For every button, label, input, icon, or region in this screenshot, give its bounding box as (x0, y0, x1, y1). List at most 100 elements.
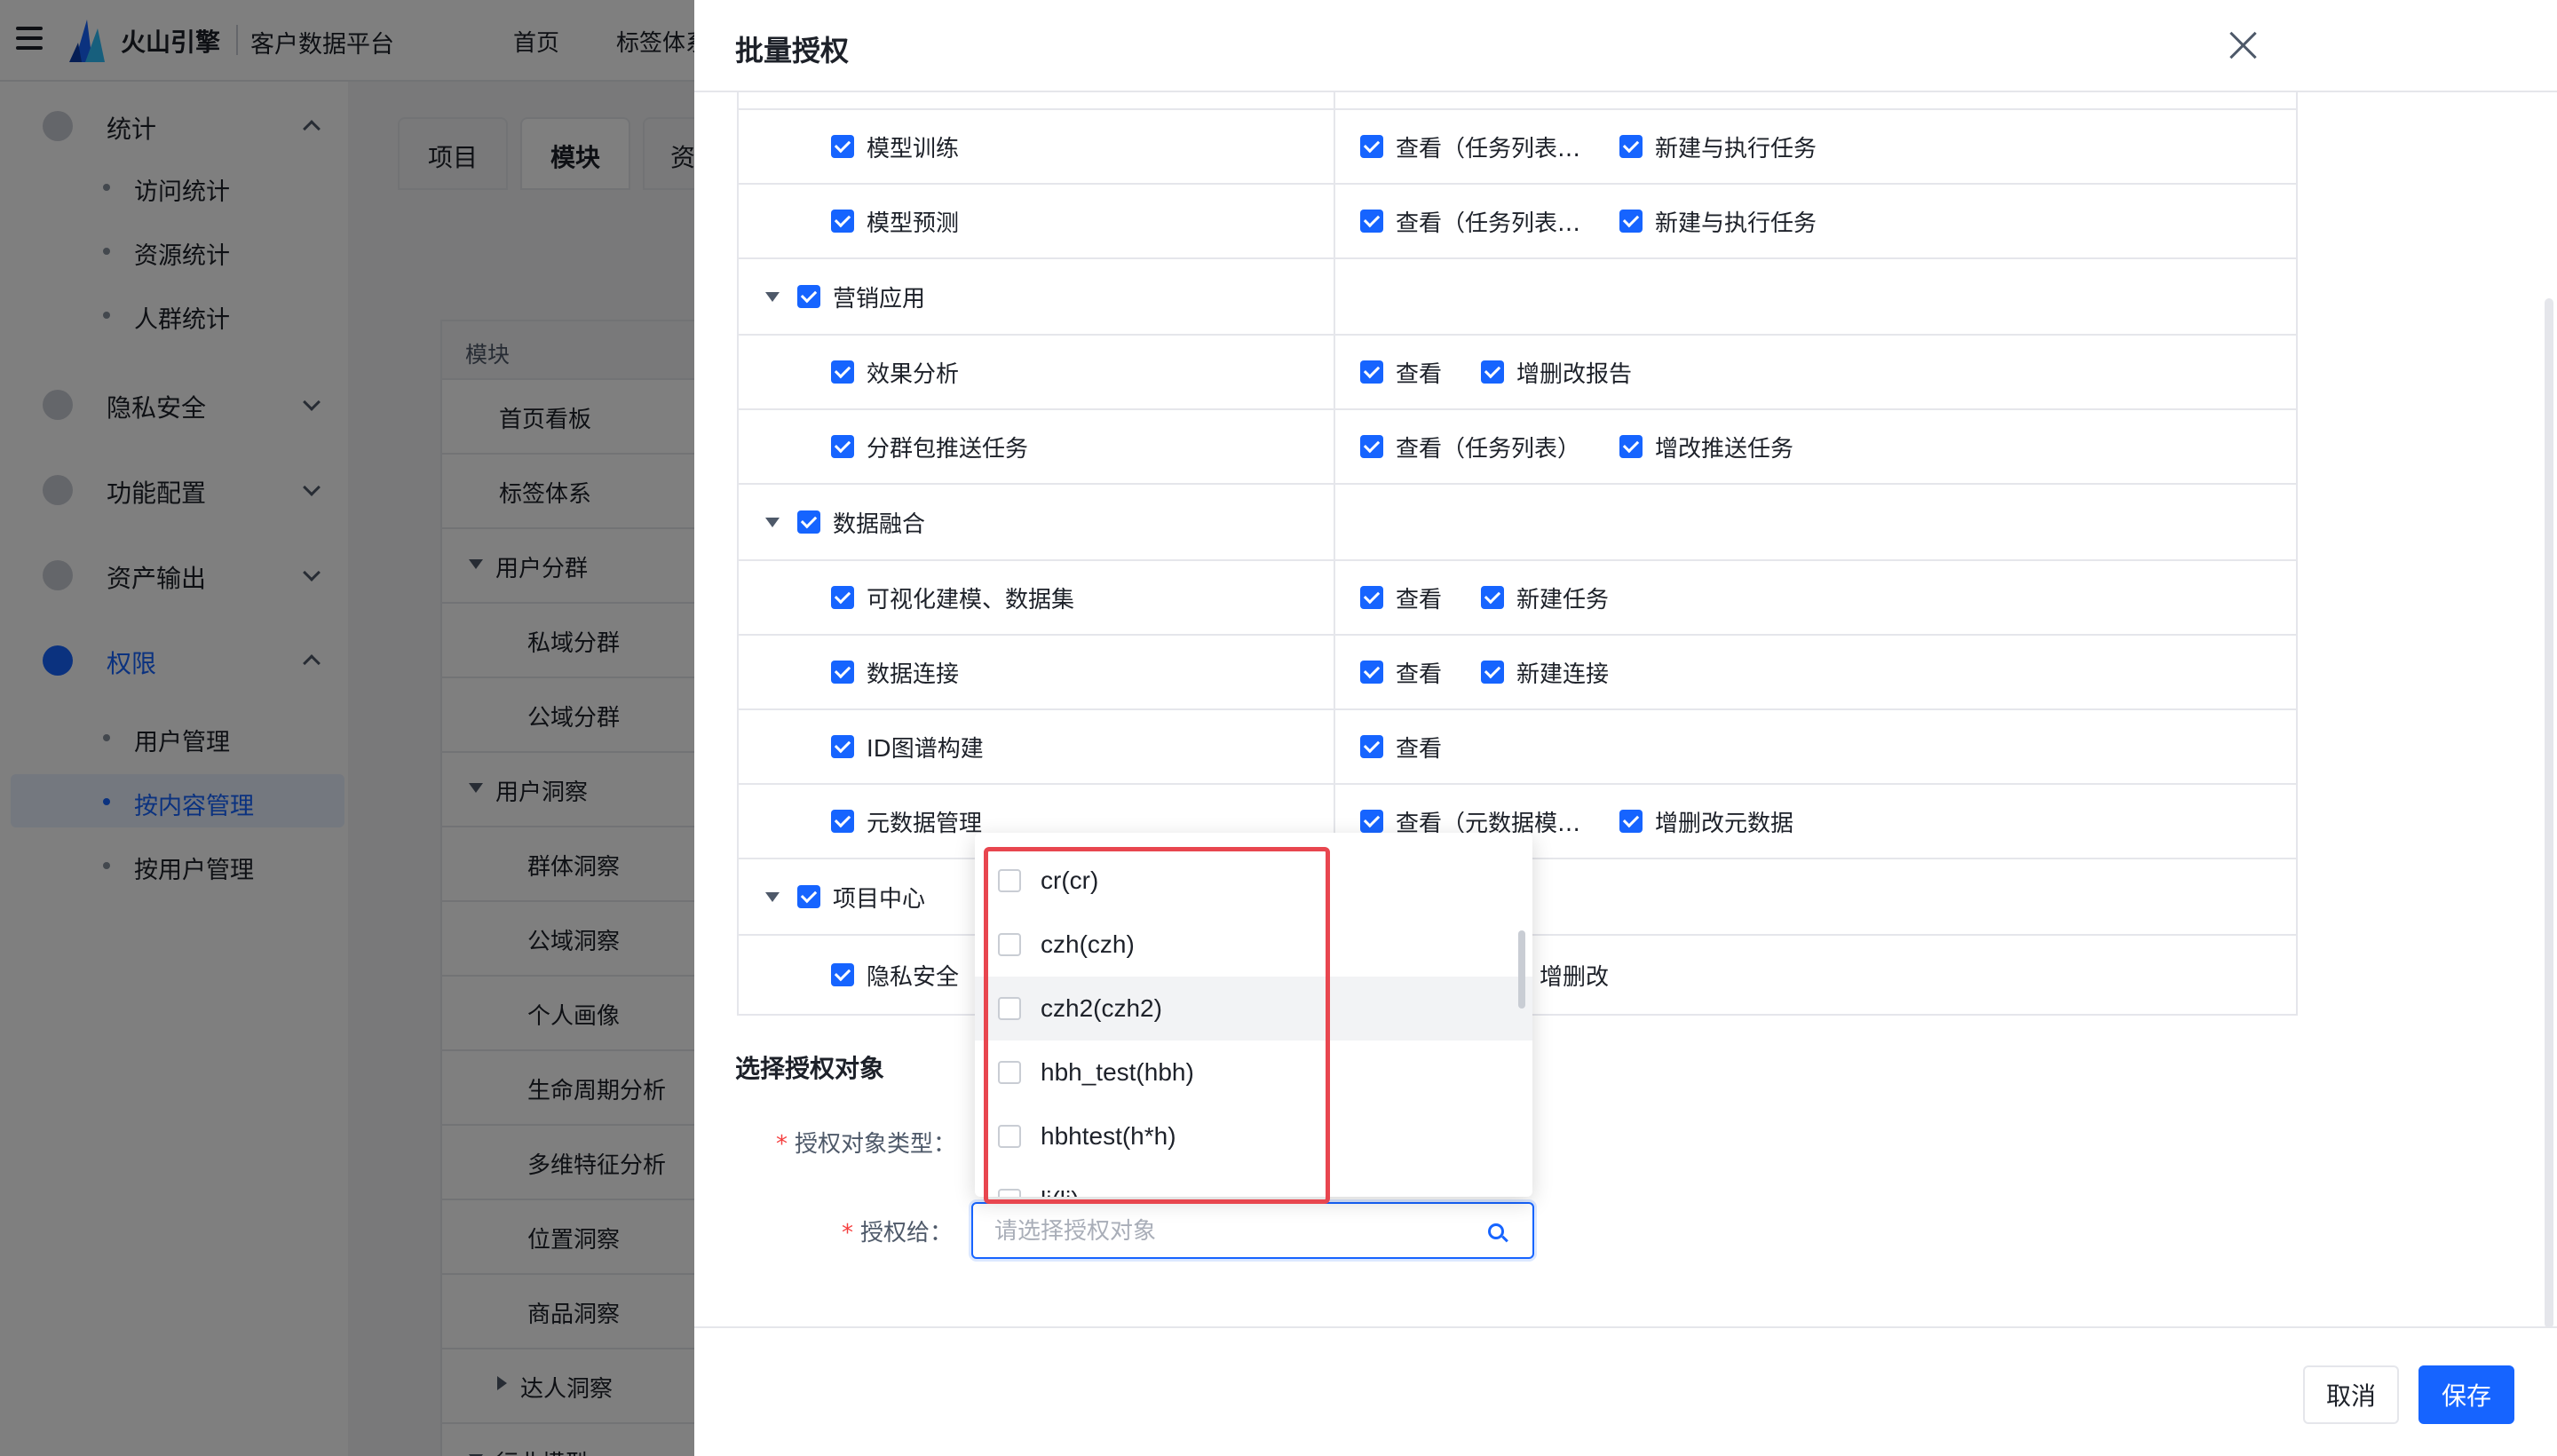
permission-name: 项目中心 (833, 885, 926, 913)
checkbox-checked-icon[interactable] (831, 810, 854, 833)
action-label: 查看 (1396, 661, 1443, 688)
checkbox-checked-icon[interactable] (1481, 360, 1505, 384)
action-label: 查看 (1396, 735, 1443, 763)
permission-row: 效果分析 查看 增删改报告 (739, 336, 2296, 410)
checkbox-checked-icon[interactable] (1360, 810, 1383, 833)
checkbox-unchecked-icon[interactable] (998, 1125, 1021, 1148)
option-label: cr(cr) (1041, 866, 1099, 894)
checkbox-unchecked-icon[interactable] (998, 997, 1021, 1020)
dropdown-option[interactable]: lj(lj) (975, 1168, 1532, 1197)
checkbox-checked-icon[interactable] (1481, 586, 1505, 609)
dropdown-option[interactable]: czh(czh) (975, 913, 1532, 977)
checkbox-unchecked-icon[interactable] (998, 869, 1021, 892)
permission-group-row: 数据融合 (739, 485, 2296, 561)
checkbox-checked-icon[interactable] (797, 885, 820, 908)
grant-to-select[interactable] (971, 1202, 1534, 1259)
permission-action[interactable]: 查看 (1360, 656, 1442, 689)
permission-action[interactable]: 增删改元数据 (1619, 805, 1793, 838)
permission-action[interactable]: 查看 (1360, 356, 1442, 389)
checkbox-unchecked-icon[interactable] (998, 1189, 1021, 1197)
checkbox-checked-icon[interactable] (831, 210, 854, 233)
modal-mask[interactable] (0, 0, 694, 1456)
checkbox-checked-icon[interactable] (831, 435, 854, 458)
action-label: 增删改报告 (1516, 360, 1633, 388)
checkbox-checked-icon[interactable] (1619, 810, 1643, 833)
action-label: 查看 (1396, 586, 1443, 613)
permission-row: ID图谱构建 查看 (739, 710, 2296, 785)
checkbox-unchecked-icon[interactable] (998, 1061, 1021, 1084)
drawer-footer: 取消 保存 (694, 1326, 2557, 1456)
checkbox-checked-icon[interactable] (1360, 360, 1383, 384)
checkbox-checked-icon[interactable] (1619, 435, 1643, 458)
checkbox-checked-icon[interactable] (1360, 210, 1383, 233)
option-label: czh(czh) (1041, 930, 1135, 958)
permission-action[interactable]: 新建连接 (1481, 656, 1609, 689)
permission-name: 模型训练 (867, 135, 960, 162)
checkbox-checked-icon[interactable] (1360, 135, 1383, 158)
checkbox-checked-icon[interactable] (797, 285, 820, 308)
checkbox-checked-icon[interactable] (1360, 586, 1383, 609)
permission-action[interactable]: 查看（任务列表… (1360, 131, 1580, 163)
action-label: 新建与执行任务 (1655, 135, 1817, 162)
action-label: 新建与执行任务 (1655, 210, 1817, 237)
checkbox-checked-icon[interactable] (831, 135, 854, 158)
action-label: 查看（任务列表… (1396, 210, 1581, 237)
permission-action[interactable]: 查看 (1360, 582, 1442, 614)
permission-name: 模型预测 (867, 210, 960, 237)
search-icon[interactable] (1488, 1223, 1504, 1239)
permission-row: 模型预测 查看（任务列表… 新建与执行任务 (739, 185, 2296, 259)
checkbox-checked-icon[interactable] (797, 510, 820, 534)
checkbox-checked-icon[interactable] (1360, 661, 1383, 684)
permission-name: 营销应用 (833, 285, 926, 313)
action-label: 新建连接 (1516, 661, 1610, 688)
grant-to-label: * 授权给： (842, 1220, 954, 1246)
option-label: czh2(czh2) (1041, 994, 1162, 1022)
checkbox-checked-icon[interactable] (831, 360, 854, 384)
drawer-scrollbar[interactable] (2545, 298, 2553, 1328)
grant-to-input[interactable] (994, 1215, 1474, 1248)
permission-action[interactable]: 增改推送任务 (1619, 431, 1793, 463)
permission-action[interactable]: 查看（任务列表… (1360, 205, 1580, 238)
dropdown-scrollbar[interactable] (1518, 930, 1525, 1009)
permission-name: 数据连接 (867, 661, 960, 688)
dropdown-option[interactable]: hbh_test(hbh) (975, 1041, 1532, 1104)
caret-down-icon[interactable] (765, 291, 780, 302)
action-label: 新建任务 (1516, 586, 1610, 613)
checkbox-unchecked-icon[interactable] (998, 933, 1021, 956)
caret-down-icon[interactable] (765, 891, 780, 902)
action-label: 增删改元数据 (1655, 810, 1794, 837)
permission-action[interactable]: 新建与执行任务 (1619, 205, 1817, 238)
dropdown-option[interactable]: hbhtest(h*h) (975, 1104, 1532, 1168)
checkbox-checked-icon[interactable] (1481, 661, 1505, 684)
dropdown-option[interactable]: cr(cr) (975, 849, 1532, 913)
checkbox-checked-icon[interactable] (1360, 735, 1383, 758)
checkbox-checked-icon[interactable] (831, 963, 854, 986)
close-icon[interactable] (2228, 30, 2259, 60)
grant-object-dropdown: cr(cr) czh(czh) czh2(czh2) hbh_test(hbh)… (975, 833, 1532, 1197)
drawer-header: 批量授权 (694, 0, 2557, 92)
permission-action[interactable]: 查看（任务列表） (1360, 431, 1580, 463)
option-label: lj(lj) (1041, 1186, 1080, 1197)
option-label: hbh_test(hbh) (1041, 1058, 1194, 1086)
cancel-button[interactable]: 取消 (2303, 1365, 2399, 1424)
permission-action[interactable]: 新建与执行任务 (1619, 131, 1817, 163)
drawer-title: 批量授权 (735, 34, 850, 67)
dropdown-option-hovered[interactable]: czh2(czh2) (975, 977, 1532, 1041)
checkbox-checked-icon[interactable] (831, 661, 854, 684)
permission-action[interactable]: 增删改报告 (1481, 356, 1632, 389)
checkbox-checked-icon[interactable] (831, 735, 854, 758)
batch-authorize-drawer: 批量授权 模型训练 查看（任务列表… 新建与执行任务 模型预测 查看（任务列表…… (694, 0, 2557, 1456)
checkbox-checked-icon[interactable] (1619, 135, 1643, 158)
action-label: 增改推送任务 (1655, 435, 1794, 463)
action-label: 查看 (1396, 360, 1443, 388)
permission-action[interactable]: 新建任务 (1481, 582, 1609, 614)
permission-action[interactable]: 查看 (1360, 731, 1442, 764)
action-label: 查看（任务列表） (1396, 435, 1581, 463)
action-label: 查看（任务列表… (1396, 135, 1581, 162)
permission-group-row: 营销应用 (739, 259, 2296, 336)
caret-down-icon[interactable] (765, 517, 780, 527)
save-button[interactable]: 保存 (2418, 1365, 2514, 1424)
checkbox-checked-icon[interactable] (1360, 435, 1383, 458)
checkbox-checked-icon[interactable] (831, 586, 854, 609)
checkbox-checked-icon[interactable] (1619, 210, 1643, 233)
